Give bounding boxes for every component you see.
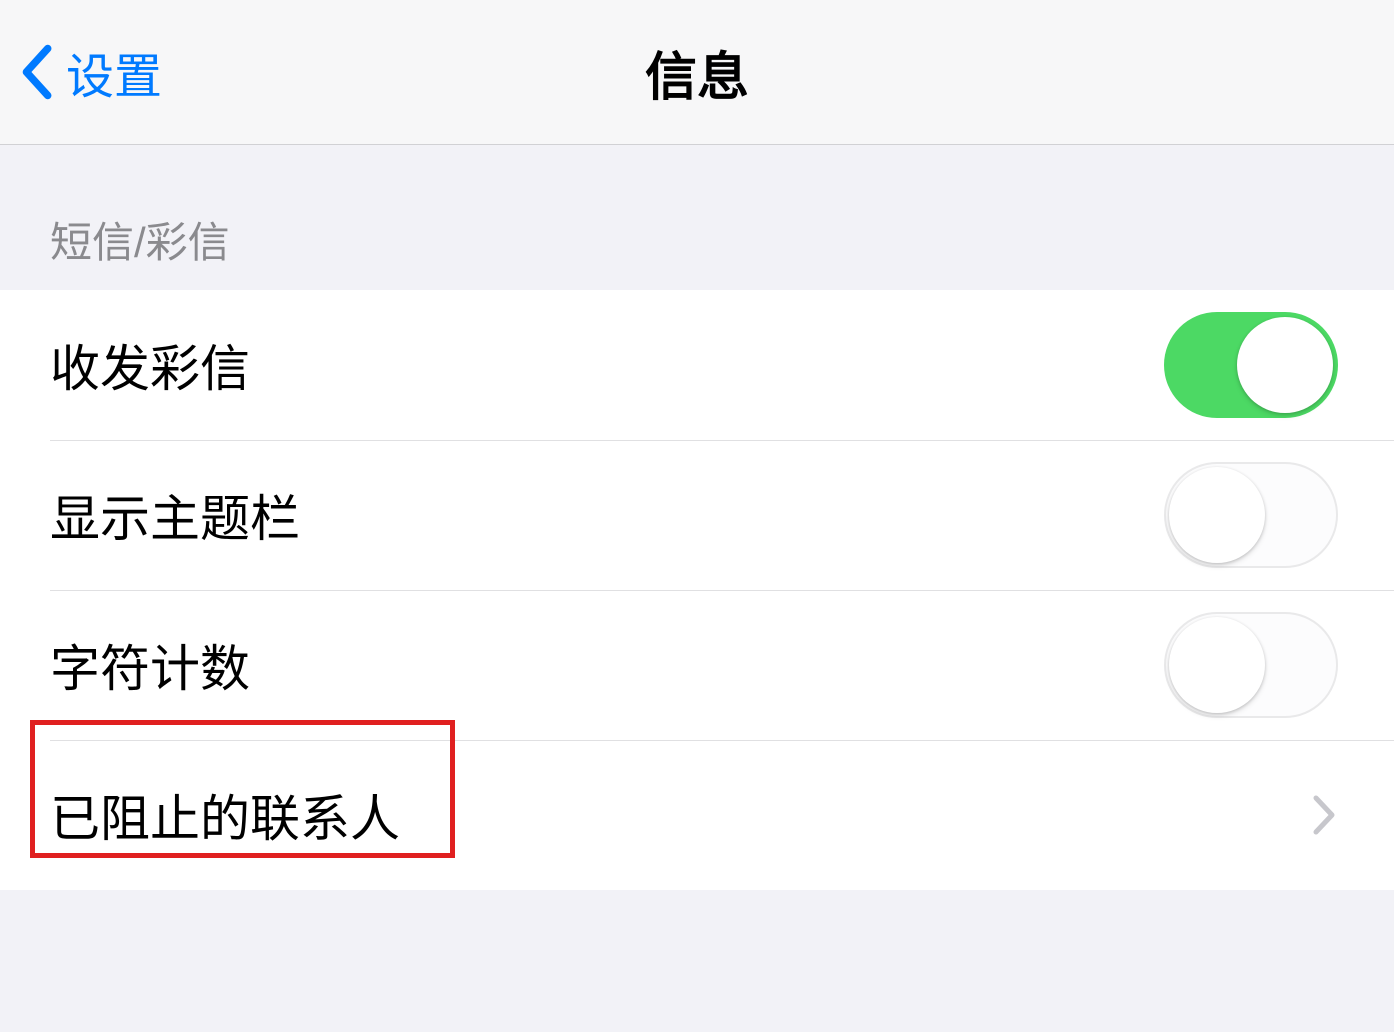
row-blocked-contacts[interactable]: 已阻止的联系人: [0, 740, 1394, 890]
back-label: 设置: [66, 37, 162, 107]
chevron-left-icon: [20, 44, 52, 100]
back-button[interactable]: 设置: [20, 37, 162, 107]
section-header: 短信/彩信: [0, 145, 1394, 290]
row-label: 显示主题栏: [50, 479, 300, 551]
char-count-toggle[interactable]: [1164, 612, 1338, 718]
settings-list: 收发彩信 显示主题栏 字符计数 已阻止的联系人: [0, 290, 1394, 890]
page-title: 信息: [0, 35, 1394, 110]
row-label: 已阻止的联系人: [50, 779, 400, 851]
row-label: 收发彩信: [50, 329, 250, 401]
switch-knob: [1169, 467, 1265, 563]
row-show-subject[interactable]: 显示主题栏: [0, 440, 1394, 590]
mms-toggle[interactable]: [1164, 312, 1338, 418]
row-mms[interactable]: 收发彩信: [0, 290, 1394, 440]
show-subject-toggle[interactable]: [1164, 462, 1338, 568]
row-char-count[interactable]: 字符计数: [0, 590, 1394, 740]
switch-knob: [1237, 317, 1333, 413]
chevron-right-icon: [1312, 794, 1336, 836]
nav-bar: 设置 信息: [0, 0, 1394, 145]
row-label: 字符计数: [50, 629, 250, 701]
switch-knob: [1169, 617, 1265, 713]
